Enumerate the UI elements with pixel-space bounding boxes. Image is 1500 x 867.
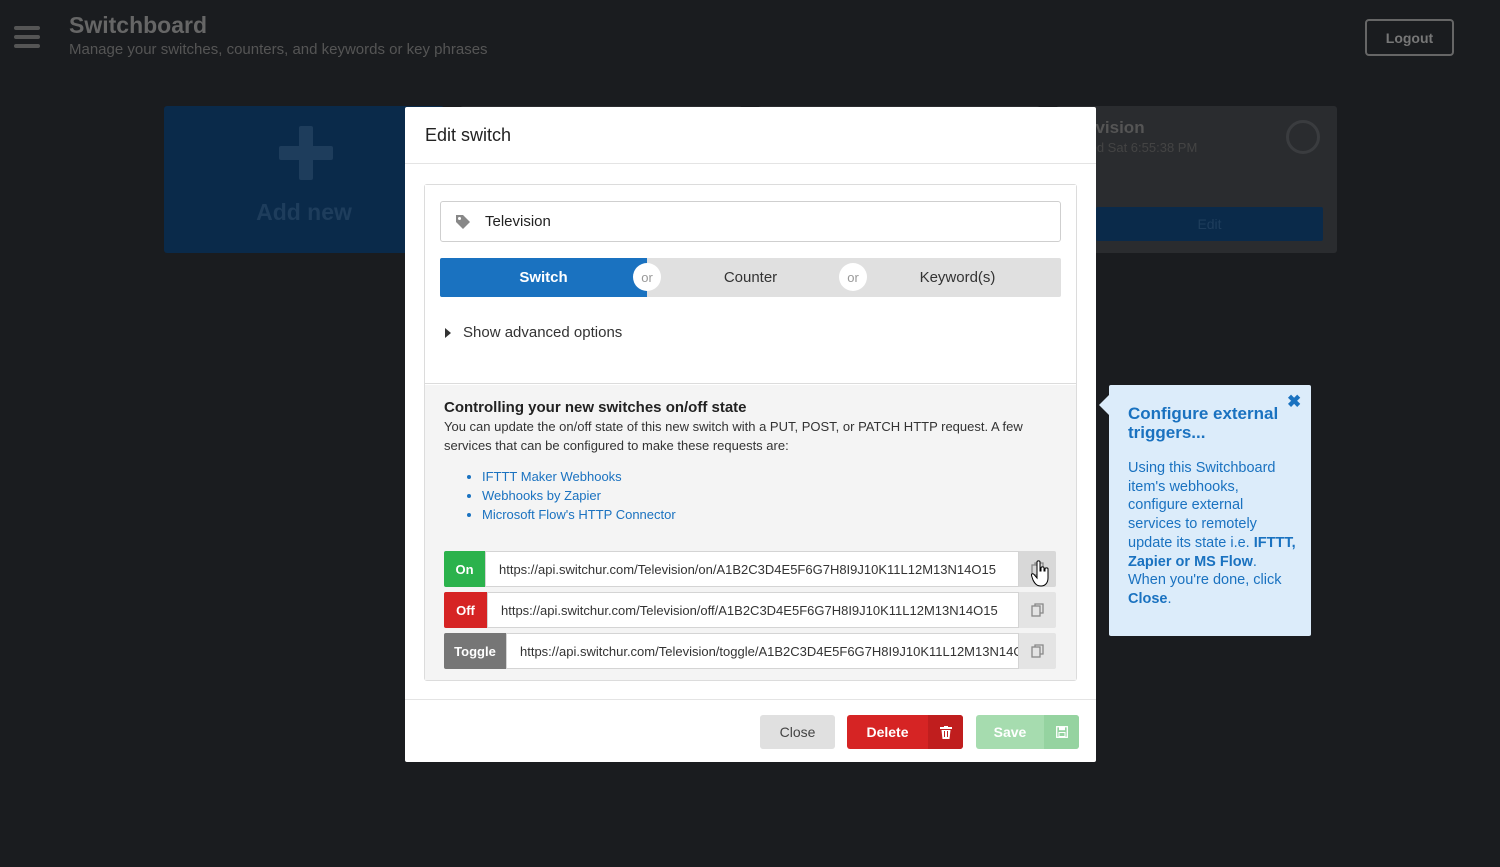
plus-icon (279, 126, 333, 180)
save-button[interactable]: Save (976, 715, 1079, 749)
tooltip-title: Configure external triggers... (1128, 404, 1279, 442)
app-title: Switchboard (69, 12, 208, 38)
app-subtitle: Manage your switches, counters, and keyw… (69, 41, 488, 58)
list-item: Webhooks by Zapier (482, 486, 676, 505)
logout-button[interactable]: Logout (1365, 19, 1454, 56)
copy-icon[interactable] (1019, 592, 1056, 628)
tag-icon (456, 214, 470, 229)
webhook-row-toggle: Toggle https://api.switchur.com/Televisi… (444, 633, 1056, 669)
trash-icon (928, 715, 963, 749)
or-separator: or (839, 263, 867, 291)
type-counter-button[interactable]: Counter (647, 258, 854, 297)
tooltip-close-ref: Close (1128, 590, 1168, 607)
type-keywords-button[interactable]: Keyword(s) (854, 258, 1061, 297)
webhook-label-toggle: Toggle (444, 633, 506, 669)
webhook-row-off: Off https://api.switchur.com/Television/… (444, 592, 1056, 628)
power-icon[interactable] (1286, 120, 1320, 154)
floppy-disk-icon (1044, 715, 1079, 749)
tooltip-body: Using this Switchboard item's webhooks, … (1128, 459, 1298, 609)
delete-button[interactable]: Delete (847, 715, 963, 749)
television-card[interactable]: evision ted Sat 6:55:38 PM Edit (1056, 106, 1337, 253)
webhook-label-off: Off (444, 592, 487, 628)
copy-icon[interactable] (1019, 633, 1056, 669)
close-icon[interactable]: ✖ (1287, 392, 1301, 412)
webhook-label-on: On (444, 551, 485, 587)
webhook-row-on: On https://api.switchur.com/Television/o… (444, 551, 1056, 587)
modal-footer: Close Delete Save (405, 699, 1096, 762)
delete-button-label: Delete (866, 724, 909, 740)
menu-icon[interactable] (14, 26, 40, 48)
add-new-label: Add new (256, 199, 352, 225)
external-triggers-tooltip: ✖ Configure external triggers... Using t… (1099, 385, 1311, 636)
card-edit-button[interactable]: Edit (1096, 207, 1323, 241)
switch-config-section: Switch Counter Keyword(s) or or Show adv… (425, 185, 1076, 384)
or-separator: or (633, 263, 661, 291)
modal-title: Edit switch (405, 107, 1096, 164)
hand-cursor-icon (1031, 560, 1049, 587)
advanced-options-label: Show advanced options (463, 324, 623, 341)
service-link-ifttt[interactable]: IFTTT Maker Webhooks (482, 469, 622, 484)
switch-settings-panel: Switch Counter Keyword(s) or or Show adv… (424, 184, 1077, 681)
close-button[interactable]: Close (760, 715, 835, 749)
list-item: Microsoft Flow's HTTP Connector (482, 505, 676, 524)
tooltip-text: . (1167, 590, 1172, 607)
type-switch-button[interactable]: Switch (440, 258, 647, 297)
card-updated-time: ted Sat 6:55:38 PM (1086, 140, 1198, 155)
control-heading: Controlling your new switches on/off sta… (444, 399, 747, 416)
advanced-options-toggle[interactable]: Show advanced options (445, 324, 622, 341)
list-item: IFTTT Maker Webhooks (482, 467, 676, 486)
service-link-zapier[interactable]: Webhooks by Zapier (482, 488, 601, 503)
type-selector: Switch Counter Keyword(s) or or (440, 258, 1061, 297)
webhook-url-on[interactable]: https://api.switchur.com/Television/on/A… (485, 551, 1019, 587)
switch-name-input[interactable] (485, 213, 1045, 230)
webhook-section: Controlling your new switches on/off sta… (425, 385, 1076, 680)
webhook-url-toggle[interactable]: https://api.switchur.com/Television/togg… (506, 633, 1019, 669)
switch-name-field[interactable] (440, 201, 1061, 242)
save-button-label: Save (993, 724, 1027, 740)
service-link-msflow[interactable]: Microsoft Flow's HTTP Connector (482, 507, 676, 522)
app-header: Switchboard Manage your switches, counte… (0, 0, 1500, 80)
caret-right-icon (445, 327, 451, 338)
webhook-url-off[interactable]: https://api.switchur.com/Television/off/… (487, 592, 1019, 628)
edit-switch-modal: Edit switch Switch Counter Keyword(s) or… (405, 107, 1096, 762)
services-list: IFTTT Maker Webhooks Webhooks by Zapier … (482, 467, 676, 524)
add-new-card[interactable]: Add new (164, 106, 444, 253)
control-description: You can update the on/off state of this … (444, 419, 1023, 453)
